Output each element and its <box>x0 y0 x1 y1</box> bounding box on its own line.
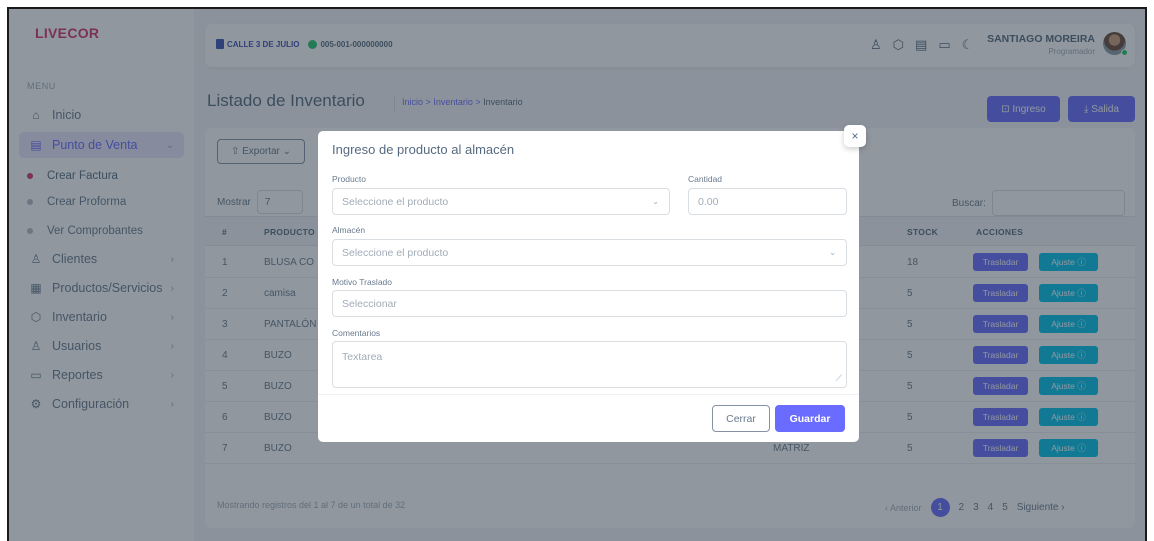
cantidad-input[interactable]: 0.00 <box>688 188 847 215</box>
chevron-down-icon: ⌄ <box>829 248 836 257</box>
comentarios-textarea[interactable]: Textarea ⟋ <box>332 341 847 388</box>
almacen-placeholder: Seleccione el producto <box>342 246 449 259</box>
motivo-placeholder: Seleccionar <box>342 297 397 310</box>
close-icon[interactable]: × <box>844 125 866 147</box>
cerrar-button[interactable]: Cerrar <box>712 405 770 432</box>
modal-divider <box>318 394 859 395</box>
producto-select[interactable]: Seleccione el producto ⌄ <box>332 188 670 215</box>
almacen-select[interactable]: Seleccione el producto ⌄ <box>332 239 847 266</box>
app-window: LIVECOR MENU ⌂ Inicio ▤ Punto de Venta ⌄… <box>7 7 1147 541</box>
comentarios-placeholder: Textarea <box>342 351 383 363</box>
modal-title: Ingreso de producto al almacén <box>332 142 515 157</box>
cantidad-placeholder: 0.00 <box>698 195 719 208</box>
almacen-label: Almacén <box>332 225 366 235</box>
motivo-input[interactable]: Seleccionar <box>332 290 847 317</box>
producto-label: Producto <box>332 174 367 184</box>
cantidad-label: Cantidad <box>688 174 723 184</box>
comentarios-label: Comentarios <box>332 328 381 338</box>
resize-handle-icon[interactable]: ⟋ <box>836 373 842 384</box>
producto-placeholder: Seleccione el producto <box>342 195 449 208</box>
chevron-down-icon: ⌄ <box>652 197 659 206</box>
guardar-button[interactable]: Guardar <box>775 405 845 432</box>
motivo-label: Motivo Traslado <box>332 277 392 287</box>
ingreso-modal: Ingreso de producto al almacén × Product… <box>318 125 866 442</box>
